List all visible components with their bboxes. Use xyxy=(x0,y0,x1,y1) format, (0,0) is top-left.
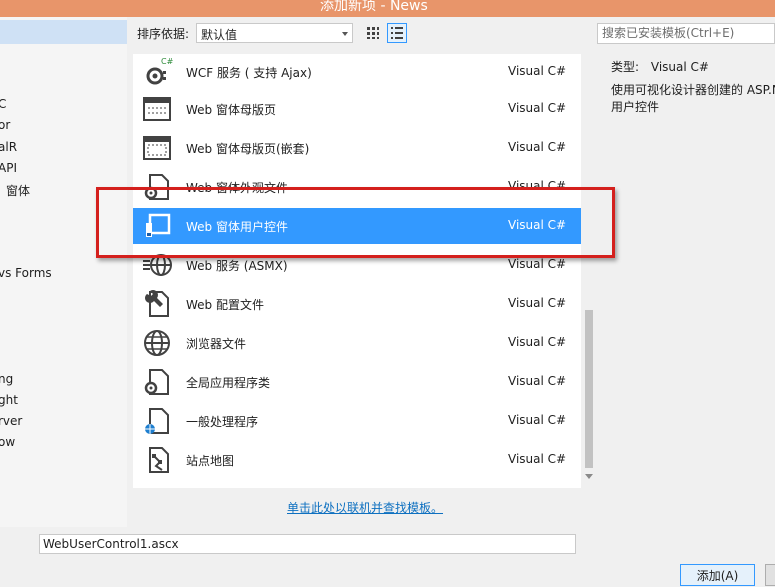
wcf-service-icon: C# xyxy=(146,57,173,85)
template-row[interactable]: 全局应用程序类 Visual C# xyxy=(133,364,581,400)
type-row: 类型: Visual C# xyxy=(611,58,709,75)
search-input[interactable] xyxy=(598,24,775,42)
template-row[interactable]: Web 窗体母版页 Visual C# xyxy=(133,91,581,127)
web-master-page-icon xyxy=(143,97,171,121)
scroll-down-arrow-icon[interactable] xyxy=(585,474,593,479)
online-templates-link[interactable]: 单击此处以联机并查找模板。 xyxy=(287,499,443,516)
template-name: Web 服务 (ASMX) xyxy=(186,259,288,273)
template-description: 使用可视化设计器创建的 ASP.NET 用户控件 xyxy=(611,83,775,114)
template-language: Visual C# xyxy=(508,257,567,271)
selected-category-highlight xyxy=(0,20,127,44)
template-list-scrollbar[interactable] xyxy=(581,54,597,488)
web-config-icon xyxy=(145,290,169,317)
template-name: 站点地图 xyxy=(186,454,235,468)
template-language: Visual C# xyxy=(508,374,567,388)
svg-text:C#: C# xyxy=(161,57,173,66)
template-name: 浏览器文件 xyxy=(186,337,247,351)
template-name: Web 窗体母版页 xyxy=(186,103,276,117)
template-language: Visual C# xyxy=(508,296,567,310)
category-item[interactable]: vs Forms xyxy=(0,266,52,280)
category-item[interactable]: alR xyxy=(0,140,17,154)
category-item[interactable]: or xyxy=(0,118,10,132)
sort-label: 排序依据: xyxy=(137,27,190,41)
browser-file-icon xyxy=(144,330,170,356)
category-item[interactable]: C xyxy=(0,97,6,111)
sort-dropdown[interactable]: 默认值 xyxy=(196,23,353,43)
title-bar: 添加新项 - News xyxy=(0,0,775,17)
scrollbar-thumb[interactable] xyxy=(585,310,593,468)
type-value: Visual C# xyxy=(650,60,709,74)
bottom-panel: 添加(A) xyxy=(0,527,775,587)
highlight-annotation-box xyxy=(96,187,615,258)
generic-handler-icon xyxy=(145,408,169,434)
add-button[interactable]: 添加(A) xyxy=(680,564,755,586)
template-name: Web 配置文件 xyxy=(186,298,264,312)
template-row[interactable]: 浏览器文件 Visual C# xyxy=(133,325,581,361)
category-item[interactable]: ow xyxy=(0,435,15,449)
template-row[interactable]: C# WCF 服务 ( 支持 Ajax) Visual C# xyxy=(133,54,581,90)
template-row[interactable]: Web 窗体母版页(嵌套) Visual C# xyxy=(133,130,581,166)
template-name: 全局应用程序类 xyxy=(186,376,271,390)
name-field-box[interactable] xyxy=(39,534,576,554)
template-language: Visual C# xyxy=(508,101,567,115)
category-item[interactable]: ght xyxy=(0,393,18,407)
web-nested-master-page-icon xyxy=(143,136,171,160)
medium-icons-view-button[interactable] xyxy=(363,23,383,43)
template-name: 一般处理程序 xyxy=(186,415,259,429)
sitemap-icon xyxy=(149,447,169,473)
template-details-pane: 类型: Visual C# 使用可视化设计器创建的 ASP.NET 用户控件 xyxy=(597,54,775,527)
template-row[interactable]: 一般处理程序 Visual C# xyxy=(133,403,581,439)
template-name: Web 窗体母版页(嵌套) xyxy=(186,142,310,156)
sort-toolbar: 排序依据: 默认值 xyxy=(127,17,597,54)
template-language: Visual C# xyxy=(508,64,567,78)
list-view-button[interactable] xyxy=(387,23,407,43)
template-list[interactable]: C# WCF 服务 ( 支持 Ajax) Visual C# Web 窗体母版页… xyxy=(133,54,597,488)
category-tree[interactable]: C or alR API 窗体 vs Forms ng ght rver ow xyxy=(0,17,127,527)
sort-value: 默认值 xyxy=(201,28,238,42)
category-item[interactable]: rver xyxy=(0,414,22,428)
type-label: 类型: xyxy=(611,60,640,74)
grid-icon xyxy=(367,27,379,39)
window-title: 添加新项 - News xyxy=(320,0,428,14)
category-item[interactable]: API xyxy=(0,161,17,175)
template-row[interactable]: Web 配置文件 Visual C# xyxy=(133,286,581,322)
name-input[interactable] xyxy=(40,535,574,553)
template-row[interactable]: 站点地图 Visual C# xyxy=(133,442,581,478)
chevron-down-icon xyxy=(342,32,348,36)
global-app-class-icon xyxy=(144,369,169,395)
template-name: WCF 服务 ( 支持 Ajax) xyxy=(186,66,312,80)
cancel-button[interactable] xyxy=(765,564,775,586)
template-language: Visual C# xyxy=(508,452,567,466)
search-box[interactable] xyxy=(597,23,775,44)
category-item[interactable]: ng xyxy=(0,372,13,386)
category-item[interactable]: 窗体 xyxy=(6,182,30,199)
template-language: Visual C# xyxy=(508,335,567,349)
list-icon xyxy=(391,27,403,39)
template-language: Visual C# xyxy=(508,140,567,154)
template-language: Visual C# xyxy=(508,413,567,427)
